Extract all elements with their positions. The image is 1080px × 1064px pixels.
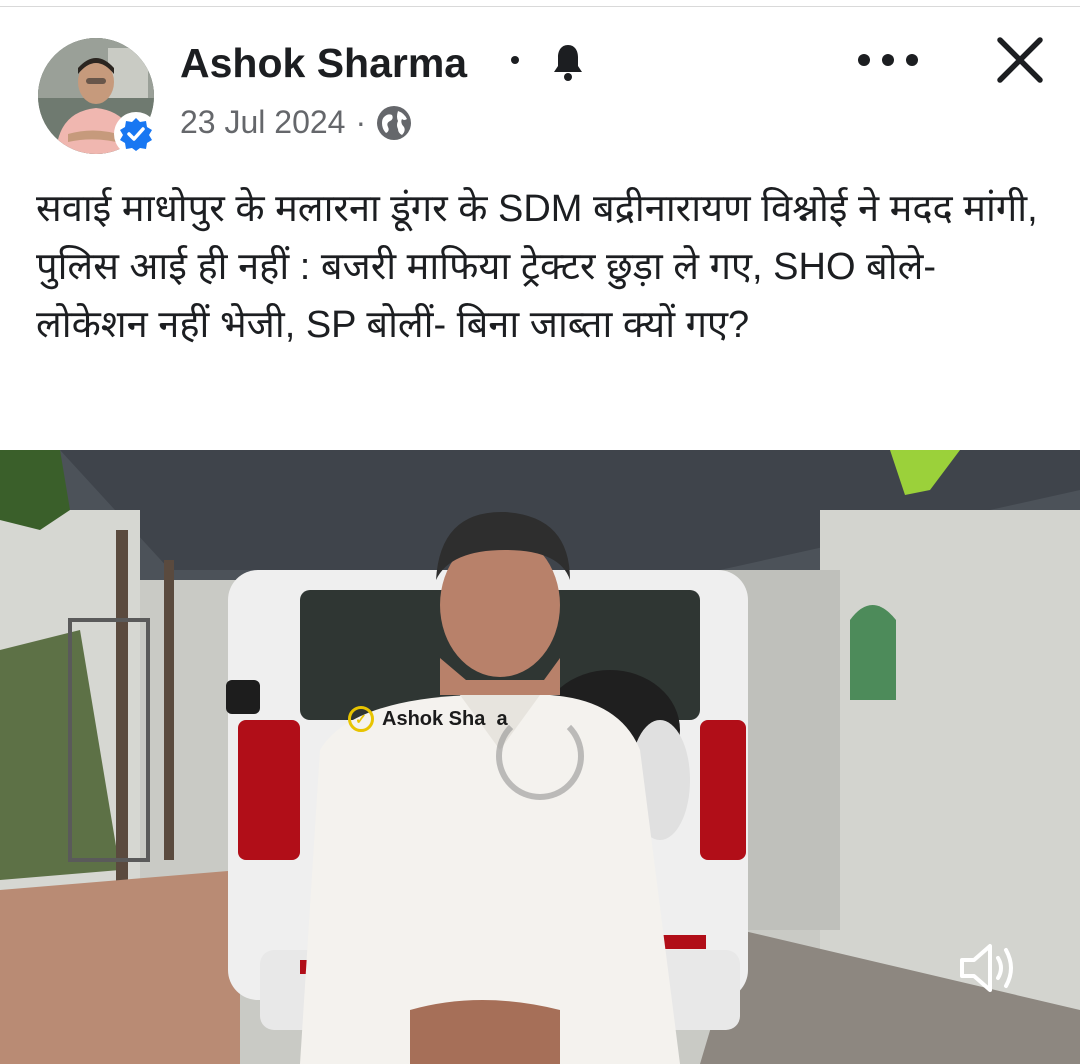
verified-badge-icon: [120, 118, 152, 151]
watermark-text: Ashok Sha a: [382, 707, 508, 730]
post-meta: 23 Jul 2024 ·: [180, 104, 412, 141]
video-player[interactable]: ✓ Ashok Sha a: [0, 450, 1080, 1064]
author-name[interactable]: Ashok Sharma: [180, 40, 467, 87]
separator-dot: [511, 56, 519, 64]
verified-badge: [114, 112, 158, 156]
top-divider: [0, 0, 1080, 7]
bell-icon[interactable]: [550, 42, 586, 82]
video-watermark: ✓ Ashok Sha a: [348, 706, 508, 732]
more-dot: [858, 54, 870, 66]
watermark-check-icon: ✓: [348, 706, 374, 732]
meta-separator: ·: [355, 104, 367, 140]
globe-icon: [377, 105, 412, 140]
post-date[interactable]: 23 Jul 2024: [180, 104, 345, 141]
loading-spinner-icon: [496, 712, 584, 800]
close-icon[interactable]: [990, 30, 1050, 90]
volume-icon[interactable]: [956, 936, 1020, 1000]
more-dot: [882, 54, 894, 66]
post-text: सवाई माधोपुर के मलारना डूंगर के SDM बद्र…: [36, 188, 1038, 346]
more-options-button[interactable]: [858, 46, 918, 74]
more-dot: [906, 54, 918, 66]
